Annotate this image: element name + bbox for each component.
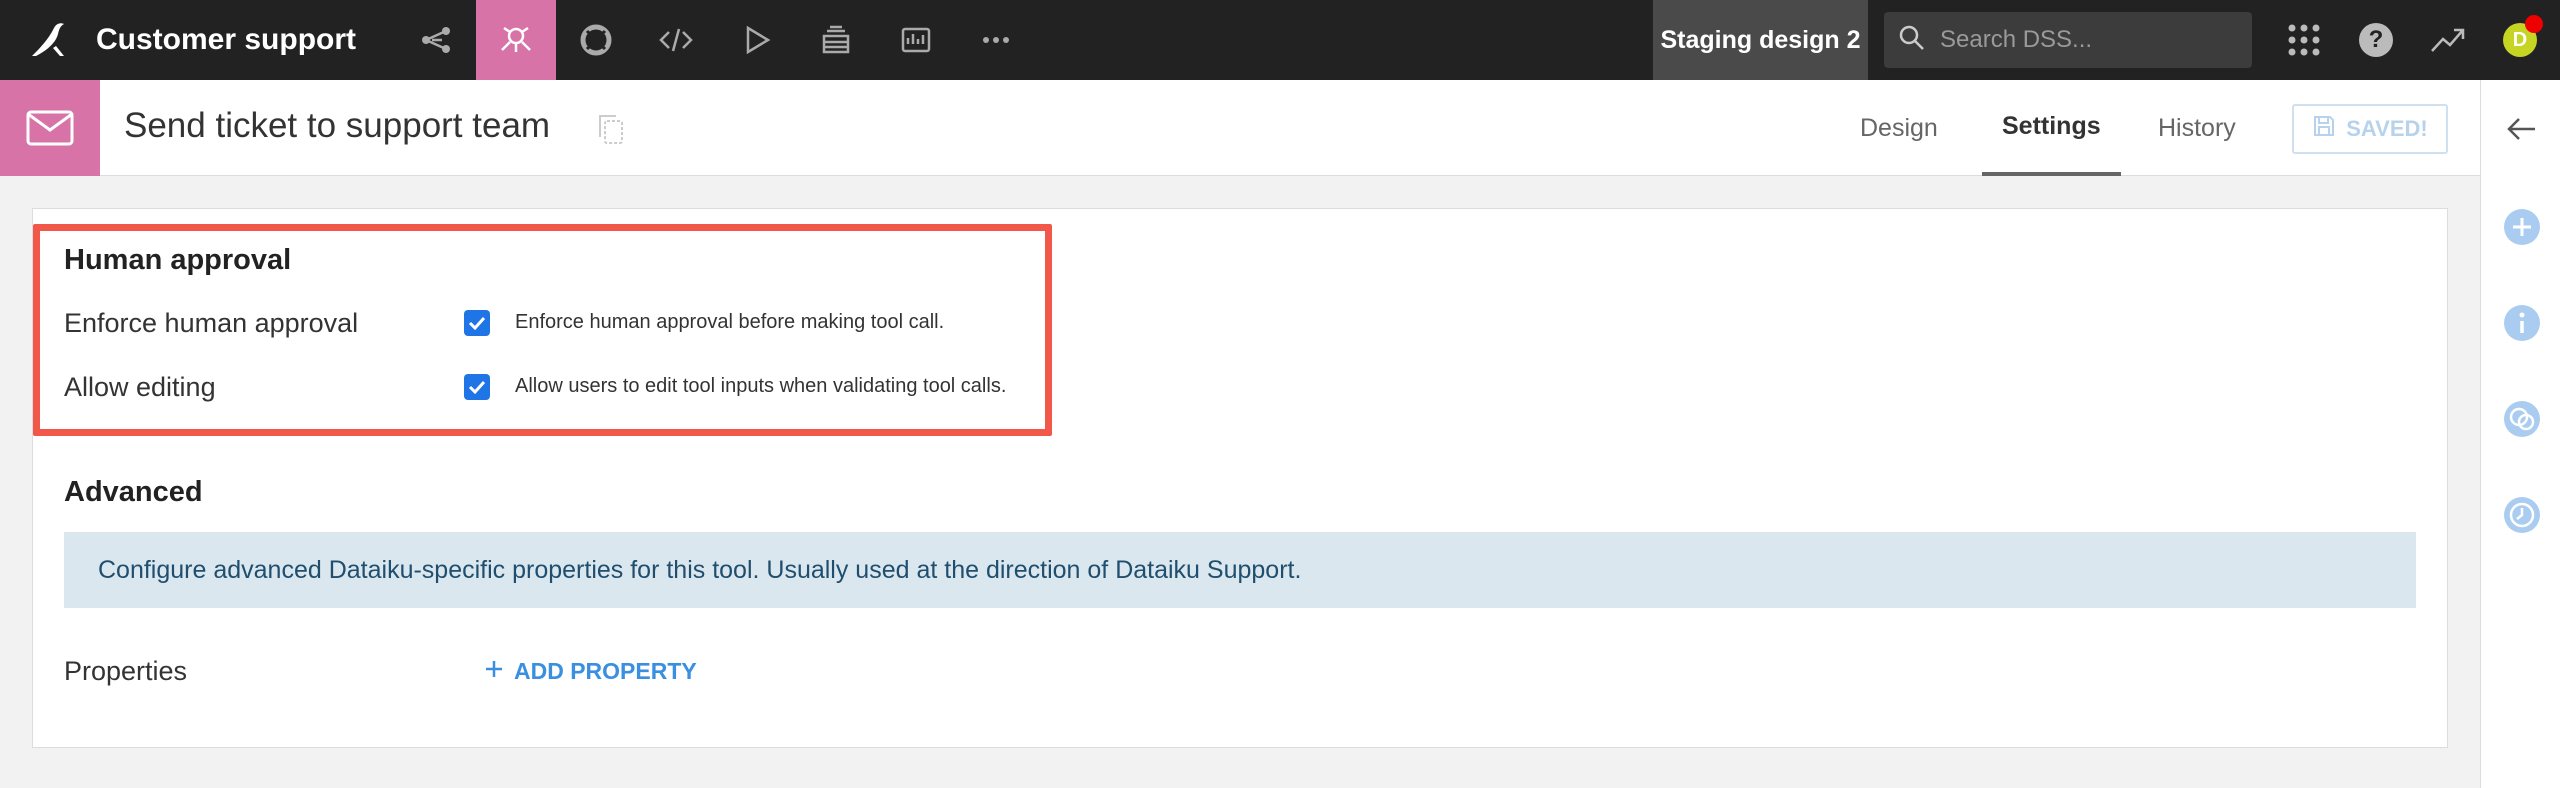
- add-property-label: ADD PROPERTY: [514, 658, 697, 684]
- human-approval-title: Human approval: [64, 244, 292, 276]
- enforce-human-approval-checkbox[interactable]: [464, 310, 490, 336]
- allow-editing-description: Allow users to edit tool inputs when val…: [515, 375, 1007, 397]
- tab-design[interactable]: Design: [1840, 80, 1958, 176]
- collapse-arrow-icon[interactable]: [2501, 108, 2543, 150]
- timeline-clock-icon[interactable]: [2501, 494, 2543, 536]
- search-input[interactable]: [1940, 26, 2240, 54]
- apps-grid-icon[interactable]: [2284, 20, 2324, 60]
- instance-name-badge[interactable]: Staging design 2: [1653, 0, 1868, 80]
- dashboard-icon[interactable]: [876, 0, 956, 80]
- more-icon[interactable]: [956, 0, 1036, 80]
- dataiku-bird-logo-icon[interactable]: [0, 0, 96, 80]
- advanced-info-banner: Configure advanced Dataiku-specific prop…: [64, 532, 2416, 608]
- notification-dot: [2525, 15, 2543, 33]
- avatar-initial: D: [2512, 28, 2528, 51]
- right-side-panel: [2480, 80, 2560, 788]
- add-property-button[interactable]: ADD PROPERTY: [484, 658, 697, 685]
- discussions-icon[interactable]: [2501, 398, 2543, 440]
- advanced-info-text: Configure advanced Dataiku-specific prop…: [98, 555, 1302, 584]
- help-label: ?: [2359, 23, 2393, 57]
- enforce-human-approval-label: Enforce human approval: [64, 308, 359, 338]
- top-navigation-bar: Customer support Staging design 2 ?: [0, 0, 2560, 80]
- add-icon[interactable]: [2501, 206, 2543, 248]
- global-search[interactable]: [1884, 12, 2252, 68]
- search-icon: [1898, 24, 1926, 57]
- copy-icon[interactable]: [596, 112, 626, 146]
- plus-icon: [484, 658, 504, 685]
- project-title[interactable]: Customer support: [96, 23, 356, 57]
- checkmark-icon: [468, 316, 486, 330]
- info-icon[interactable]: [2501, 302, 2543, 344]
- tab-history[interactable]: History: [2138, 80, 2256, 176]
- item-title[interactable]: Send ticket to support team: [124, 106, 550, 146]
- datasets-icon[interactable]: [796, 0, 876, 80]
- trend-icon[interactable]: [2428, 20, 2468, 60]
- user-avatar[interactable]: D: [2500, 15, 2543, 60]
- email-tool-icon: [0, 80, 100, 176]
- help-icon[interactable]: ?: [2356, 20, 2396, 60]
- advanced-title: Advanced: [64, 476, 203, 508]
- allow-editing-checkbox[interactable]: [464, 374, 490, 400]
- tab-settings[interactable]: Settings: [1982, 80, 2121, 176]
- enforce-human-approval-description: Enforce human approval before making too…: [515, 311, 945, 333]
- save-button-label: SAVED!: [2346, 116, 2428, 141]
- agent-icon[interactable]: [476, 0, 557, 80]
- flow-icon[interactable]: [396, 0, 476, 80]
- save-button[interactable]: SAVED!: [2292, 104, 2448, 154]
- lifebuoy-icon[interactable]: [556, 0, 636, 80]
- properties-label: Properties: [64, 656, 188, 686]
- item-header: Send ticket to support team Design Setti…: [0, 80, 2480, 176]
- checkmark-icon: [468, 380, 486, 394]
- run-icon[interactable]: [716, 0, 796, 80]
- allow-editing-label: Allow editing: [64, 372, 216, 402]
- code-icon[interactable]: [636, 0, 716, 80]
- save-disk-icon: [2312, 114, 2336, 144]
